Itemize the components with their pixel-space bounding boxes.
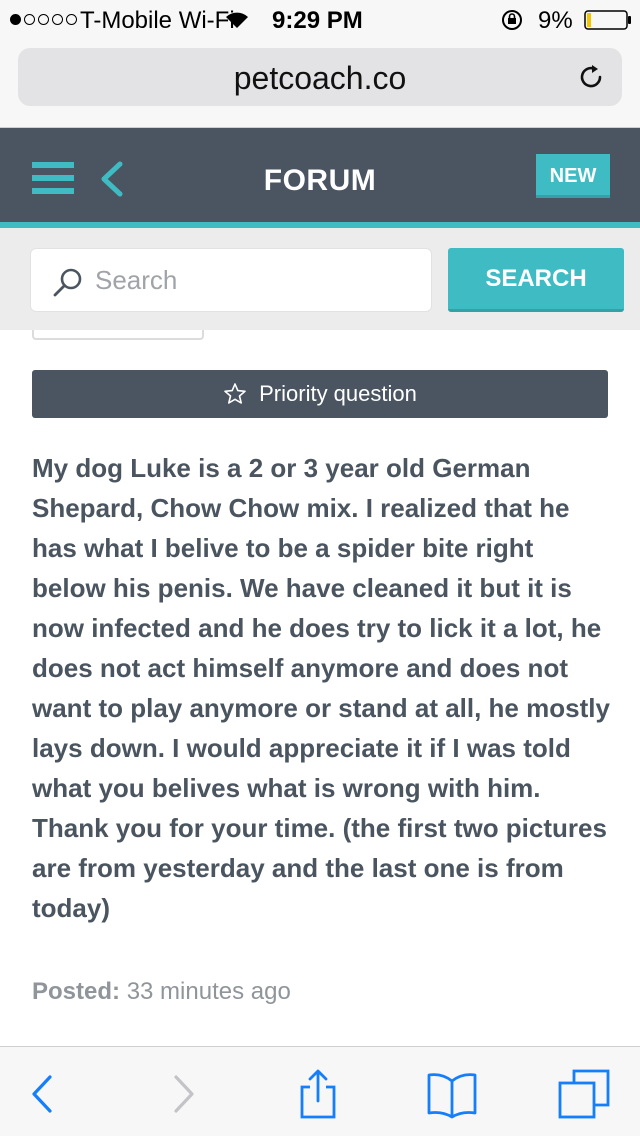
battery-icon	[584, 10, 631, 30]
search-placeholder: Search	[95, 265, 178, 295]
clock: 9:29 PM	[272, 7, 363, 34]
posted-label: Posted:	[32, 978, 121, 1005]
url-text: petcoach.co	[233, 60, 407, 96]
posted-time: 33 minutes ago	[126, 978, 291, 1005]
signal-strength-icon	[10, 14, 77, 25]
browser-toolbar	[0, 1046, 640, 1136]
battery-percent: 9%	[538, 7, 573, 34]
share-icon[interactable]	[292, 1069, 344, 1119]
back-arrow-icon[interactable]	[18, 1069, 70, 1119]
lock-rotation-icon	[502, 10, 522, 30]
search-area: Search SEARCH	[0, 228, 640, 330]
star-icon	[224, 383, 246, 404]
partially-hidden-element	[32, 330, 204, 340]
question-body: My dog Luke is a 2 or 3 year old German …	[32, 453, 610, 923]
url-field[interactable]: petcoach.co	[18, 48, 622, 106]
forward-arrow-icon[interactable]	[156, 1069, 208, 1119]
priority-label: Priority question	[259, 381, 417, 406]
browser-address-bar: petcoach.co	[0, 40, 640, 128]
carrier-name: T-Mobile Wi-Fi	[80, 7, 235, 34]
search-button[interactable]: SEARCH	[448, 248, 624, 312]
reload-icon[interactable]	[576, 62, 606, 92]
search-icon	[53, 268, 82, 297]
priority-question-badge: Priority question	[32, 370, 608, 418]
new-post-button[interactable]: NEW	[536, 154, 610, 198]
status-bar: T-Mobile Wi-Fi 9:29 PM 9%	[0, 0, 640, 40]
tabs-icon[interactable]	[558, 1069, 610, 1119]
search-input[interactable]: Search	[30, 248, 432, 312]
bookmarks-icon[interactable]	[426, 1069, 478, 1119]
posted-info: Posted: 33 minutes ago	[32, 978, 291, 1006]
wifi-icon	[226, 12, 248, 28]
